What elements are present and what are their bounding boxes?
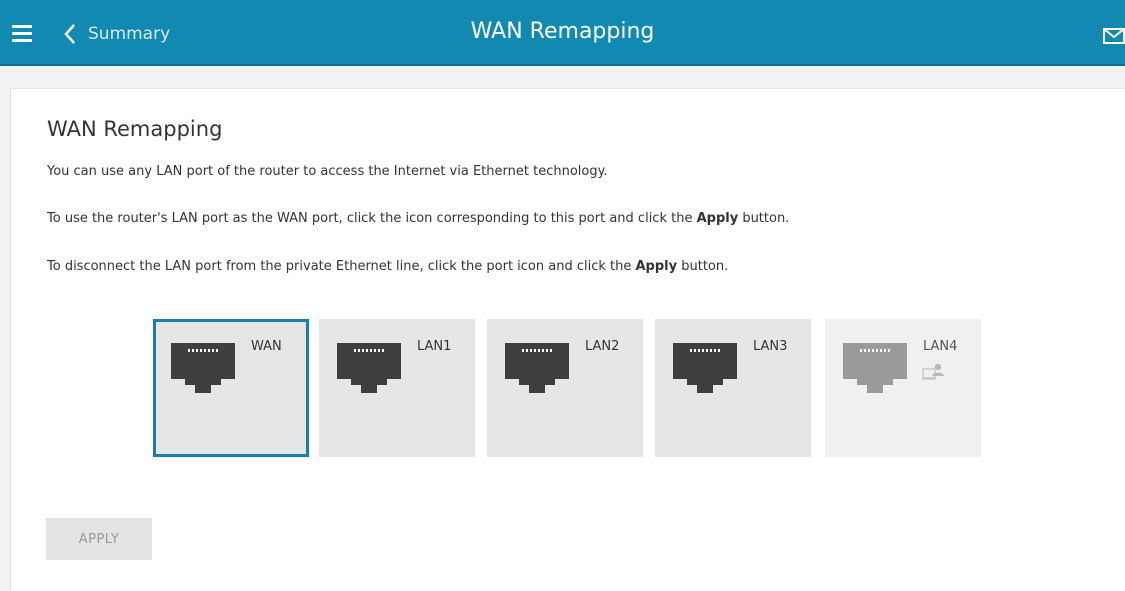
port-lan4[interactable]: LAN4	[825, 319, 981, 457]
ethernet-port-icon	[337, 343, 401, 393]
ethernet-port-icon	[843, 343, 907, 393]
client-user-icon	[922, 363, 944, 380]
port-lan1[interactable]: LAN1	[319, 319, 475, 457]
port-wan[interactable]: WAN	[153, 319, 309, 457]
port-label: LAN1	[417, 339, 452, 354]
port-lan2[interactable]: LAN2	[487, 319, 643, 457]
port-label: WAN	[251, 339, 282, 354]
page-title: WAN Remapping	[470, 19, 655, 44]
top-bar: Summary WAN Remapping	[0, 0, 1125, 66]
content-card: WAN Remapping You can use any LAN port o…	[10, 88, 1125, 591]
apply-button[interactable]: APPLY	[46, 518, 152, 560]
ethernet-port-icon	[673, 343, 737, 393]
intro-text: You can use any LAN port of the router t…	[47, 164, 608, 179]
ethernet-port-icon	[505, 343, 569, 393]
port-label: LAN2	[585, 339, 620, 354]
port-label: LAN4	[923, 339, 958, 354]
instruction-text-2: To disconnect the LAN port from the priv…	[47, 259, 729, 274]
section-heading: WAN Remapping	[47, 117, 223, 141]
ethernet-port-icon	[171, 343, 235, 393]
instruction-text-1: To use the router's LAN port as the WAN …	[47, 211, 790, 226]
mail-icon[interactable]	[1103, 28, 1125, 44]
port-label: LAN3	[753, 339, 788, 354]
port-lan3[interactable]: LAN3	[655, 319, 811, 457]
